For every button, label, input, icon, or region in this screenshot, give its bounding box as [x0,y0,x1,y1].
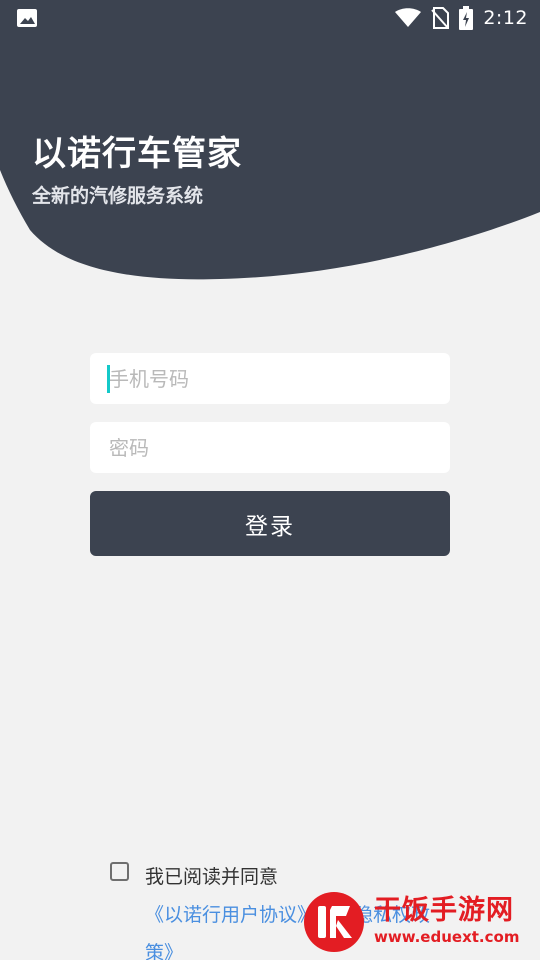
app-title: 以诺行车管家 [32,134,242,174]
login-button[interactable]: 登录 [90,491,450,556]
battery-icon [459,6,474,30]
wifi-icon [395,8,422,27]
agreement-prefix: 我已阅读并同意 [145,866,279,888]
status-bar: 2:12 [0,0,540,36]
watermark: 干饭手游网 www.eduext.com [300,888,532,954]
phone-field[interactable] [90,353,450,404]
agree-checkbox[interactable] [110,862,129,881]
text-cursor [107,365,110,393]
status-time: 2:12 [483,7,528,29]
password-input[interactable] [109,435,429,460]
watermark-url: www.eduext.com [374,928,520,946]
image-icon [17,9,37,27]
phone-input[interactable] [109,366,429,391]
password-field[interactable] [90,422,450,473]
watermark-name: 干饭手游网 [374,895,514,926]
user-agreement-link[interactable]: 《以诺行用户协议》 [145,904,316,926]
watermark-logo-icon [304,892,364,952]
app-subtitle: 全新的汽修服务系统 [32,185,204,207]
no-sim-icon [431,7,450,29]
